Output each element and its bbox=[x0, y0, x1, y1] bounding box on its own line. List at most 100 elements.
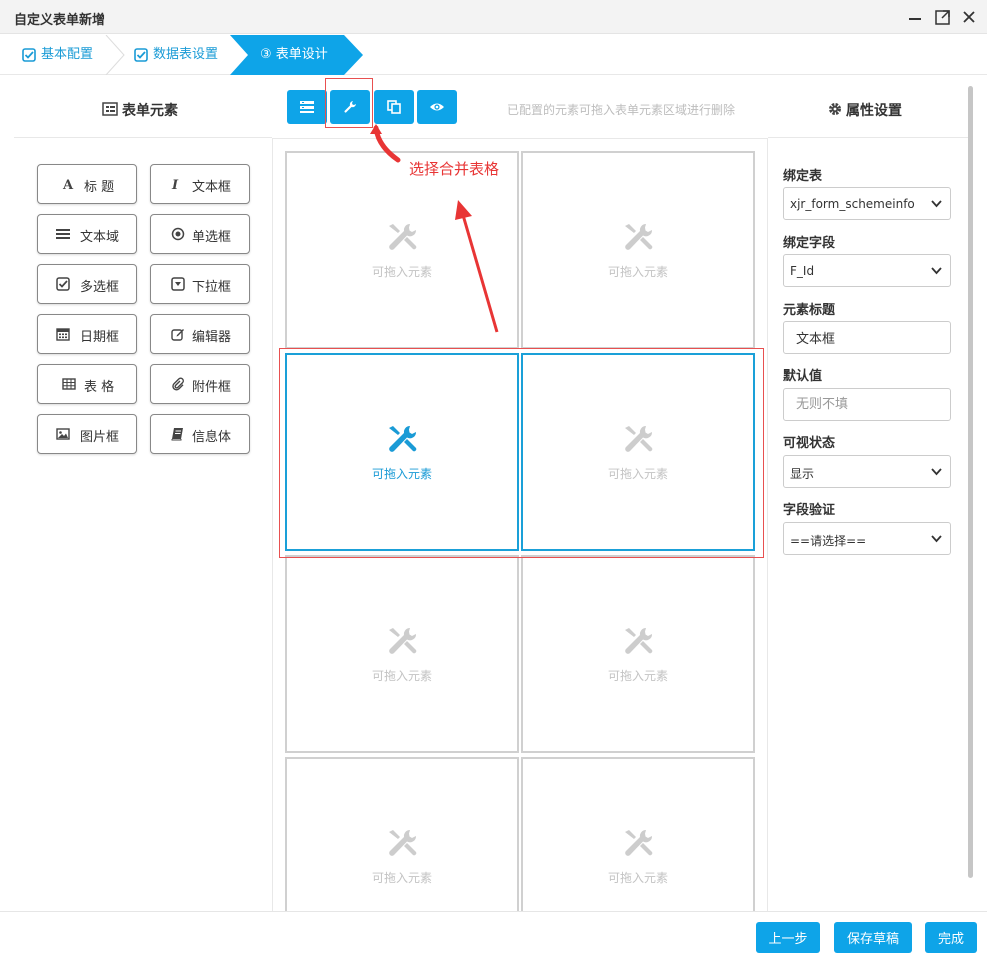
element-textarea-button[interactable]: 文本域 bbox=[37, 214, 137, 254]
grid-cell[interactable]: 可拖入元素 bbox=[285, 555, 519, 753]
grid-cell[interactable]: 可拖入元素 bbox=[285, 757, 519, 911]
step-label: 数据表设置 bbox=[153, 47, 219, 62]
default-value-label: 默认值 bbox=[783, 369, 823, 384]
select-value: 显示 bbox=[790, 467, 815, 481]
edit-icon bbox=[171, 329, 184, 341]
lines-icon bbox=[56, 229, 70, 239]
chevron-down-icon bbox=[931, 535, 942, 543]
field-validation-label: 字段验证 bbox=[783, 503, 836, 518]
tools-icon bbox=[625, 829, 653, 856]
element-image-button[interactable]: 图片框 bbox=[37, 414, 137, 454]
element-label: 编辑器 bbox=[192, 330, 232, 345]
checkbox-checked-icon bbox=[134, 47, 148, 62]
copy-icon bbox=[387, 100, 401, 114]
scrollbar-thumb[interactable] bbox=[968, 86, 973, 878]
default-value-input[interactable] bbox=[783, 388, 951, 421]
minimize-icon[interactable] bbox=[904, 6, 926, 28]
save-draft-button[interactable]: 保存草稿 bbox=[834, 922, 912, 953]
element-attachment-button[interactable]: 附件框 bbox=[150, 364, 250, 404]
element-radio-button[interactable]: 单选框 bbox=[150, 214, 250, 254]
maximize-icon[interactable] bbox=[932, 6, 954, 28]
element-date-button[interactable]: 日期框 bbox=[37, 314, 137, 354]
step-basic-config[interactable]: 基本配置 bbox=[22, 35, 93, 75]
visible-state-label: 可视状态 bbox=[783, 436, 836, 451]
title-bar: 自定义表单新增 bbox=[0, 0, 987, 34]
gear-icon bbox=[829, 103, 841, 115]
element-label: 图片框 bbox=[80, 430, 120, 445]
book-icon bbox=[171, 428, 183, 441]
tools-icon bbox=[389, 829, 417, 856]
form-designer-window: 自定义表单新增 基本配置 数据表设置 ③ 表单设计 表单元素 已配置的元素可拖入… bbox=[0, 0, 987, 955]
element-checkbox-button[interactable]: 多选框 bbox=[37, 264, 137, 304]
calendar-icon bbox=[56, 328, 70, 341]
checkbox-checked-icon bbox=[22, 47, 36, 62]
left-panel-title: 表单元素 bbox=[122, 103, 178, 119]
eye-icon bbox=[430, 103, 444, 111]
toolbar-hint: 已配置的元素可拖入表单元素区域进行删除 bbox=[507, 103, 736, 117]
chevron-down-icon bbox=[931, 200, 942, 208]
tools-icon bbox=[625, 627, 653, 654]
element-editor-button[interactable]: 编辑器 bbox=[150, 314, 250, 354]
prev-step-button[interactable]: 上一步 bbox=[756, 922, 820, 953]
element-label: 标 题 bbox=[84, 180, 115, 195]
element-textbox-button[interactable]: I 文本框 bbox=[150, 164, 250, 204]
element-info-button[interactable]: 信息体 bbox=[150, 414, 250, 454]
element-title-label: 元素标题 bbox=[783, 303, 836, 318]
step-form-design[interactable]: ③ 表单设计 bbox=[230, 35, 363, 75]
bind-table-label: 绑定表 bbox=[783, 169, 823, 184]
divider bbox=[272, 139, 273, 911]
grid-cell[interactable]: 可拖入元素 bbox=[521, 555, 755, 753]
drop-hint: 可拖入元素 bbox=[607, 669, 668, 683]
radio-icon bbox=[171, 227, 185, 241]
finish-button[interactable]: 完成 bbox=[925, 922, 977, 953]
element-label: 文本域 bbox=[80, 230, 120, 245]
preview-button[interactable] bbox=[417, 90, 457, 124]
select-value: F_Id bbox=[790, 264, 815, 278]
select-value: xjr_form_schemeinfo bbox=[790, 197, 915, 211]
layout-button[interactable] bbox=[287, 90, 327, 124]
right-panel-header: 属性设置 bbox=[768, 76, 968, 138]
italic-icon: I bbox=[171, 178, 179, 191]
close-icon[interactable] bbox=[958, 6, 980, 28]
tools-icon bbox=[389, 627, 417, 654]
step-label: 表单设计 bbox=[275, 47, 328, 62]
element-label: 单选框 bbox=[192, 230, 232, 245]
paperclip-icon bbox=[172, 377, 184, 391]
field-validation-select[interactable]: ==请选择== bbox=[783, 522, 951, 555]
grid-cell[interactable]: 可拖入元素 bbox=[521, 757, 755, 911]
table-icon bbox=[62, 378, 76, 390]
svg-text:A: A bbox=[62, 178, 74, 191]
divider bbox=[767, 139, 768, 911]
element-table-button[interactable]: 表 格 bbox=[37, 364, 137, 404]
bind-table-select[interactable]: xjr_form_schemeinfo bbox=[783, 187, 951, 220]
chevron-down-icon bbox=[931, 267, 942, 275]
left-panel-header: 表单元素 bbox=[14, 76, 272, 138]
drop-hint: 可拖入元素 bbox=[371, 669, 432, 683]
element-label: 下拉框 bbox=[192, 280, 232, 295]
element-title-button[interactable]: A 标 题 bbox=[37, 164, 137, 204]
element-label: 日期框 bbox=[80, 330, 120, 345]
element-title-input[interactable] bbox=[783, 321, 951, 354]
grid-cell[interactable]: 可拖入元素 bbox=[521, 151, 755, 349]
element-dropdown-button[interactable]: 下拉框 bbox=[150, 264, 250, 304]
dropdown-icon bbox=[171, 277, 185, 291]
annotation-text: 选择合并表格 bbox=[409, 160, 500, 178]
checkbox-icon bbox=[56, 277, 70, 291]
window-title: 自定义表单新增 bbox=[14, 13, 106, 28]
step-datatable-config[interactable]: 数据表设置 bbox=[134, 35, 218, 75]
step-number: ③ bbox=[260, 47, 272, 62]
annotation-arrows bbox=[370, 124, 499, 333]
drop-hint: 可拖入元素 bbox=[607, 871, 668, 885]
image-icon bbox=[56, 428, 70, 440]
right-panel-title: 属性设置 bbox=[846, 103, 902, 119]
form-list-icon bbox=[102, 102, 118, 116]
bind-field-select[interactable]: F_Id bbox=[783, 254, 951, 287]
element-label: 附件框 bbox=[192, 380, 232, 395]
layout-icon bbox=[300, 101, 314, 113]
chevron-down-icon bbox=[931, 468, 942, 476]
copy-button[interactable] bbox=[374, 90, 414, 124]
element-label: 表 格 bbox=[84, 380, 115, 395]
element-label: 文本框 bbox=[192, 180, 232, 195]
visible-state-select[interactable]: 显示 bbox=[783, 455, 951, 488]
bind-field-label: 绑定字段 bbox=[783, 236, 836, 251]
